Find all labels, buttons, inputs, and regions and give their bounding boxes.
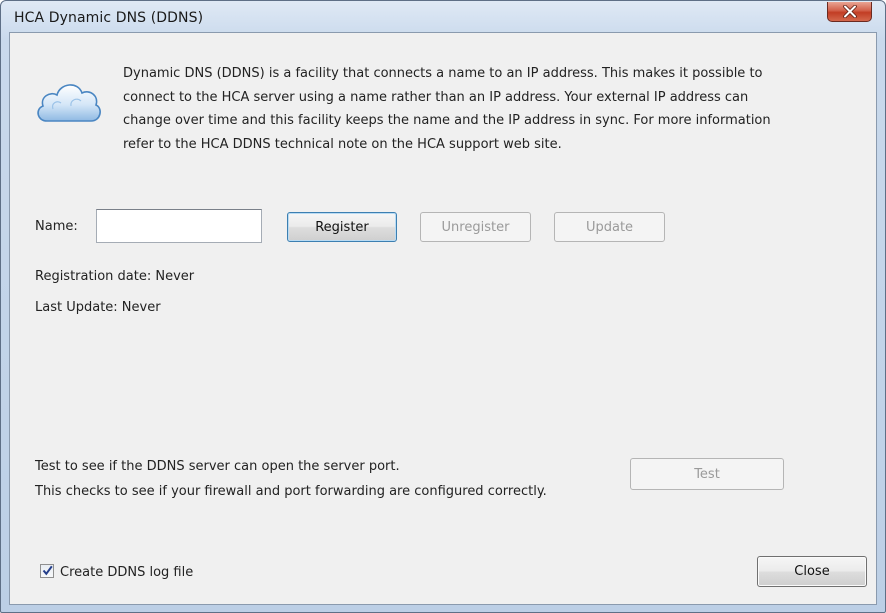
create-log-checkbox[interactable] [40,564,54,578]
description-line-1: Dynamic DNS (DDNS) is a facility that co… [123,66,763,81]
description-line-4: refer to the HCA DDNS technical note on … [123,136,562,152]
name-input[interactable] [96,209,262,243]
cloud-icon [33,73,103,129]
create-log-label[interactable]: Create DDNS log file [60,565,193,580]
dialog-body: Dynamic DNS (DDNS) is a facility that co… [9,32,877,605]
description-line-2: connect to the HCA server using a name r… [123,89,749,105]
update-button[interactable]: Update [554,212,665,242]
test-button[interactable]: Test [630,458,784,490]
register-button[interactable]: Register [287,212,397,242]
registration-date-text: Registration date: Never [35,269,195,284]
ddns-description: Dynamic DNS (DDNS) is a facility that co… [123,62,863,156]
description-line-3: change over time and this facility keeps… [123,113,771,128]
window-title: HCA Dynamic DNS (DDNS) [14,10,204,26]
test-description-line-2: This checks to see if your firewall and … [35,484,547,499]
test-description-line-1: Test to see if the DDNS server can open … [35,459,400,474]
close-button[interactable]: Close [757,556,867,587]
name-label: Name: [35,219,78,234]
unregister-button[interactable]: Unregister [420,212,531,242]
window-close-button[interactable] [827,2,872,22]
ddns-dialog-window: HCA Dynamic DNS (DDNS) Dynamic DNS (DDNS… [0,0,886,613]
last-update-text: Last Update: Never [35,300,161,315]
